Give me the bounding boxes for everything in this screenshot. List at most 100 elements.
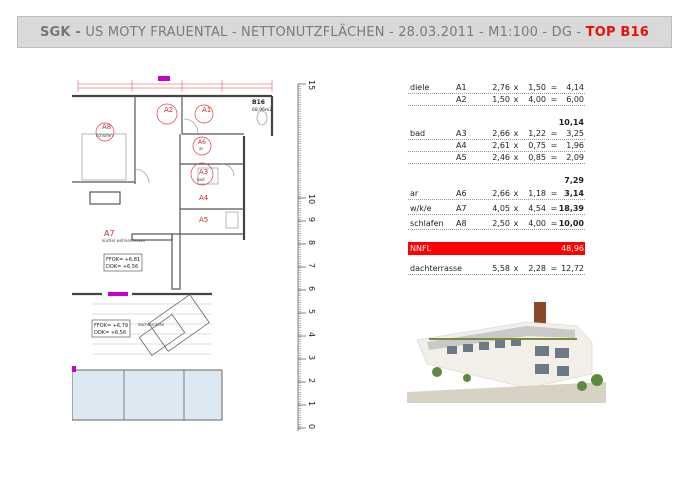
area-row: schlafen A8 2,50 x 4,00 = 10,00: [408, 218, 585, 230]
terrace-cell-x: x: [513, 264, 519, 273]
floor-plan: A8 A2 A1 A6 A3 A4 A5 A7 schlafen bad ar …: [72, 76, 274, 421]
svg-text:A4: A4: [199, 194, 209, 202]
svg-text:küche/ wohnen/essen: küche/ wohnen/essen: [102, 238, 146, 243]
area-cell-v: 2,09: [566, 153, 584, 162]
subtotal-row: 10,14: [408, 117, 585, 128]
ruler-label: 5: [307, 309, 316, 314]
area-cell-x: x: [513, 204, 519, 213]
area-cell-name: ar: [410, 189, 419, 198]
area-cell-x: x: [513, 95, 519, 104]
terrace-cell-h: 2,28: [528, 264, 546, 273]
area-cell-x: x: [513, 129, 519, 138]
area-cell-w: 2,66: [492, 129, 510, 138]
area-cell-code: A8: [456, 219, 467, 228]
svg-text:A7: A7: [104, 229, 115, 238]
area-row: bad A3 2,66 x 1,22 = 3,25: [408, 128, 585, 140]
area-cell-x: x: [513, 189, 519, 198]
level-dok-2: DOK= +6,56: [94, 330, 126, 336]
terrace-row: dachterrasse 5,58 x 2,28 = 12,72: [408, 263, 585, 275]
svg-text:ar: ar: [199, 146, 203, 151]
svg-text:dachterrasse: dachterrasse: [138, 322, 165, 327]
title-middle: US MOTY FRAUENTAL - NETTONUTZFLÄCHEN - 2…: [81, 24, 586, 40]
area-cell-name: schlafen: [410, 219, 444, 228]
svg-text:A1: A1: [202, 106, 211, 114]
ruler-label: 10: [307, 194, 316, 204]
area-cell-h: 4,00: [528, 95, 546, 104]
area-cell-code: A5: [456, 153, 467, 162]
subtotal-value: 7,29: [564, 176, 584, 185]
svg-text:A2: A2: [164, 106, 173, 114]
area-cell-x: x: [513, 141, 519, 150]
terrace-cell-w: 5,58: [492, 264, 510, 273]
area-cell-w: 2,76: [492, 83, 510, 92]
area-cell-w: 2,61: [492, 141, 510, 150]
title-prefix: SGK -: [39, 24, 81, 40]
area-cell-h: 1,50: [528, 83, 546, 92]
area-cell-name: diele: [410, 83, 430, 92]
area-cell-w: 4,05: [492, 204, 510, 213]
room-code-a8: A8: [102, 123, 111, 131]
area-row: ar A6 2,66 x 1,18 = 3,14: [408, 188, 585, 200]
unit-area: 68,96m2: [252, 107, 272, 113]
area-row: A5 2,46 x 0,85 = 2,09: [408, 152, 585, 164]
subtotal-value: 10,14: [558, 118, 584, 127]
nnfl-value: 48,96: [561, 244, 584, 253]
ruler-label: 9: [307, 217, 316, 222]
ruler-label: 0: [307, 424, 316, 429]
area-row: A2 1,50 x 4,00 = 6,00: [408, 94, 585, 106]
area-cell-name: w/k/e: [410, 204, 432, 213]
terrace-cell-name: dachterrasse: [410, 264, 463, 273]
ruler-label: 6: [307, 286, 316, 291]
nnfl-total-row: NNFL 48,96: [408, 242, 585, 255]
area-cell-code: A4: [456, 141, 467, 150]
area-cell-v: 6,00: [566, 95, 584, 104]
ruler-label: 2: [307, 378, 316, 383]
area-cell-v: 4,14: [566, 83, 584, 92]
ruler-label: 15: [307, 80, 316, 90]
area-cell-code: A1: [456, 83, 467, 92]
area-cell-h: 0,85: [528, 153, 546, 162]
area-cell-h: 1,22: [528, 129, 546, 138]
building-rendering: [407, 302, 606, 403]
area-table: diele A1 2,76 x 1,50 = 4,14 A2 1,50 x 4,00 = 6,00 10,…: [408, 82, 585, 275]
area-row: diele A1 2,76 x 1,50 = 4,14: [408, 82, 585, 94]
area-cell-x: x: [513, 153, 519, 162]
area-row: A4 2,61 x 0,75 = 1,96: [408, 140, 585, 152]
area-cell-v: 18,39: [558, 204, 584, 213]
area-cell-x: x: [513, 219, 519, 228]
area-cell-h: 1,18: [528, 189, 546, 198]
svg-text:bad: bad: [197, 177, 205, 182]
room-name-a8: schlafen: [96, 133, 113, 138]
ruler-label: 3: [307, 355, 316, 360]
area-cell-w: 1,50: [492, 95, 510, 104]
area-cell-v: 1,96: [566, 141, 584, 150]
area-cell-w: 2,66: [492, 189, 510, 198]
area-cell-h: 4,00: [528, 219, 546, 228]
area-cell-code: A7: [456, 204, 467, 213]
area-cell-name: bad: [410, 129, 426, 138]
area-cell-code: A2: [456, 95, 467, 104]
level-ffok-1: FFOK= +6,81: [106, 257, 140, 263]
scale-ruler: 15109876543210: [297, 80, 316, 431]
svg-text:A6: A6: [198, 139, 206, 146]
level-ffok-2: FFOK= +6,79: [94, 323, 128, 329]
area-cell-x: x: [513, 83, 519, 92]
ruler-label: 1: [307, 401, 316, 406]
area-cell-h: 4,54: [528, 204, 546, 213]
ruler-label: 8: [307, 240, 316, 245]
area-cell-code: A3: [456, 129, 467, 138]
area-cell-code: A6: [456, 189, 467, 198]
page-title-bar: SGK - US MOTY FRAUENTAL - NETTONUTZFLÄCH…: [17, 16, 672, 48]
area-cell-v: 10,00: [558, 219, 584, 228]
ruler-label: 4: [307, 332, 316, 337]
area-cell-h: 0,75: [528, 141, 546, 150]
subtotal-row: 7,29: [408, 175, 585, 186]
area-cell-w: 2,50: [492, 219, 510, 228]
title-unit: TOP B16: [585, 24, 650, 40]
terrace-cell-v: 12,72: [561, 264, 584, 273]
area-row: w/k/e A7 4,05 x 4,54 = 18,39: [408, 203, 585, 215]
svg-text:A5: A5: [199, 216, 208, 224]
svg-text:A3: A3: [199, 168, 208, 176]
level-dok-1: DOK= +6,56: [106, 264, 138, 270]
area-cell-v: 3,25: [566, 129, 584, 138]
